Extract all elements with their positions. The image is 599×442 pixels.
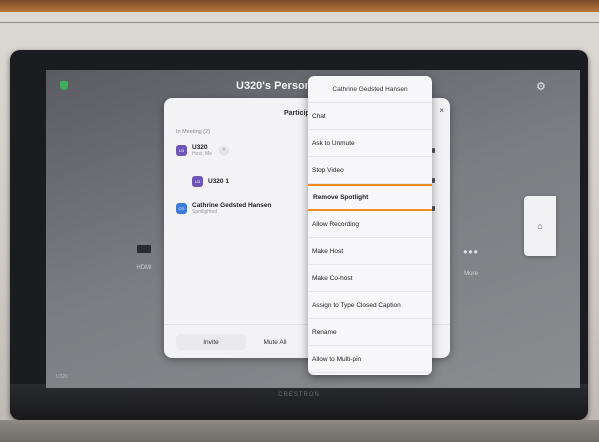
mic-icon bbox=[432, 206, 435, 211]
shield-icon bbox=[60, 81, 68, 90]
participant-name: Cathrine Gedsted Hansen bbox=[192, 202, 272, 209]
participant-row[interactable]: U3 U320 1 bbox=[192, 176, 229, 187]
menu-item-stop-video[interactable]: Stop Video bbox=[308, 157, 432, 184]
mic-icon bbox=[432, 148, 435, 153]
hdmi-icon bbox=[137, 245, 151, 253]
home-button[interactable]: ⌂ bbox=[524, 196, 556, 256]
more-label: More bbox=[464, 271, 478, 277]
menu-item-make-co-host[interactable]: Make Co-host bbox=[308, 265, 432, 292]
device-brand: CRESTRON bbox=[278, 392, 320, 398]
more-dots-icon: ••• bbox=[463, 245, 479, 259]
menu-item-remove-spotlight[interactable]: Remove Spotlight bbox=[308, 184, 432, 211]
mic-icon bbox=[432, 178, 435, 183]
invite-button[interactable]: Invite bbox=[176, 334, 246, 350]
menu-item-rename[interactable]: Rename bbox=[308, 319, 432, 346]
avatar: U3 bbox=[192, 176, 203, 187]
avatar: U3 bbox=[176, 145, 187, 156]
menu-item-closed-caption[interactable]: Assign to Type Closed Caption bbox=[308, 292, 432, 319]
menu-item-allow-recording[interactable]: Allow Recording bbox=[308, 211, 432, 238]
menu-item-chat[interactable]: Chat bbox=[308, 103, 432, 130]
mute-all-button[interactable]: Mute All bbox=[244, 334, 306, 350]
hdmi-tile[interactable]: HDMI bbox=[124, 245, 164, 271]
home-icon: ⌂ bbox=[537, 221, 543, 231]
in-meeting-label: In Meeting (2) bbox=[176, 129, 210, 135]
desk bbox=[0, 420, 599, 442]
participant-name: U320 bbox=[192, 144, 208, 151]
more-tile[interactable]: ••• More bbox=[451, 245, 491, 277]
room-label: U320 bbox=[56, 374, 68, 380]
menu-item-make-host[interactable]: Make Host bbox=[308, 238, 432, 265]
close-icon[interactable]: × bbox=[439, 106, 444, 115]
menu-item-ask-to-unmute[interactable]: Ask to Unmute bbox=[308, 130, 432, 157]
device-chin: CRESTRON bbox=[10, 384, 588, 420]
participant-status: Spotlighted bbox=[192, 209, 218, 215]
chevron-icon[interactable]: ⌃ bbox=[219, 145, 230, 156]
participant-row[interactable]: U3 U320 Host, Me ⌃ bbox=[176, 144, 230, 157]
wall-divider bbox=[0, 22, 599, 23]
participant-context-menu: Cathrine Gedsted Hansen Chat Ask to Unmu… bbox=[308, 76, 432, 375]
participant-role: Host, Me bbox=[192, 151, 213, 157]
gear-icon[interactable]: ⚙ bbox=[536, 80, 546, 93]
menu-header: Cathrine Gedsted Hansen bbox=[308, 76, 432, 103]
avatar: CG bbox=[176, 203, 187, 214]
hdmi-label: HDMI bbox=[136, 265, 152, 271]
participant-row[interactable]: CG Cathrine Gedsted Hansen Spotlighted bbox=[176, 202, 271, 215]
menu-item-allow-multi-pin[interactable]: Allow to Multi-pin bbox=[308, 346, 432, 373]
participant-name: U320 1 bbox=[208, 178, 229, 185]
wall-top bbox=[0, 0, 599, 12]
